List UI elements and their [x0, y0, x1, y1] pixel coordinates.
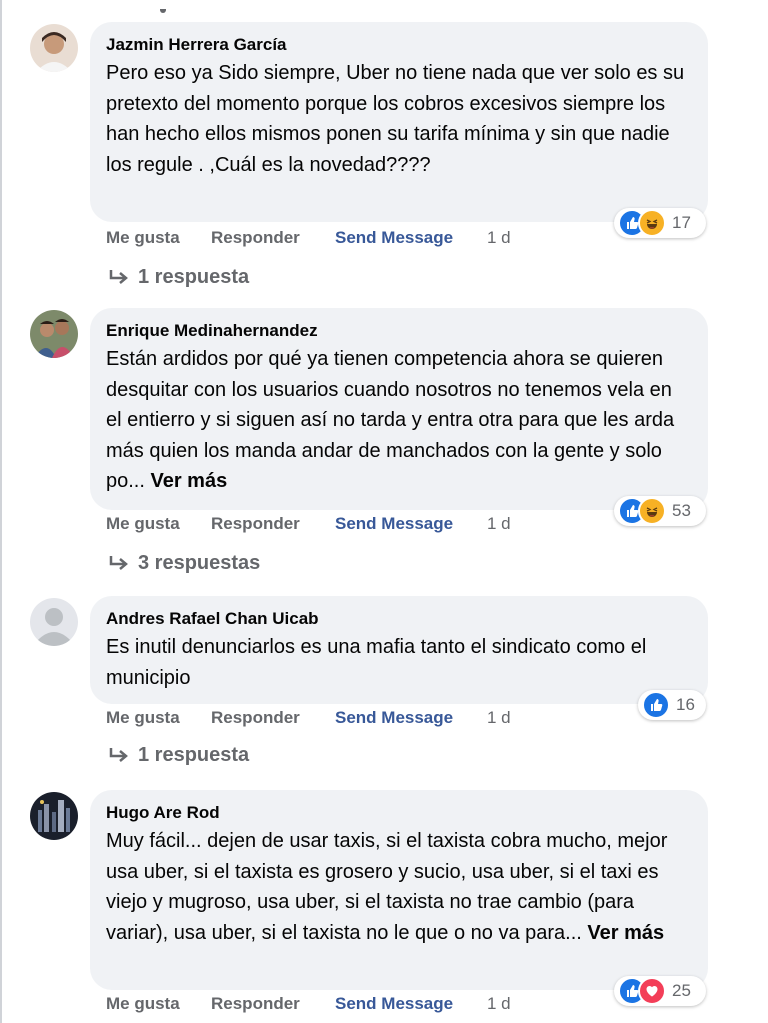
comment-actions: Me gusta Responder Send Message 1 d	[106, 514, 511, 534]
comment-timestamp[interactable]: 1 d	[487, 994, 511, 1014]
reaction-summary[interactable]: 53	[614, 496, 706, 526]
left-divider	[0, 0, 2, 1023]
view-replies-link[interactable]: 1 respuesta	[108, 266, 249, 289]
comment-text: Pero eso ya Sido siempre, Uber no tiene …	[106, 62, 690, 176]
comment-bubble: Hugo Are Rod Muy fácil... dejen de usar …	[90, 790, 708, 990]
send-message-button[interactable]: Send Message	[335, 994, 487, 1014]
reply-button[interactable]: Responder	[211, 994, 335, 1014]
comment-text: Es inutil denunciarlos es una mafia tant…	[106, 636, 652, 689]
replies-count-label[interactable]: 1 respuesta	[138, 266, 249, 289]
avatar[interactable]	[30, 24, 78, 72]
reaction-summary[interactable]: 17	[614, 208, 706, 238]
comment-bubble: Jazmin Herrera García Pero eso ya Sido s…	[90, 22, 708, 222]
like-button[interactable]: Me gusta	[106, 708, 211, 728]
avatar[interactable]	[30, 598, 78, 646]
comment-timestamp[interactable]: 1 d	[487, 708, 511, 728]
reaction-summary[interactable]: 16	[638, 690, 706, 720]
replies-count-label[interactable]: 1 respuesta	[138, 744, 249, 767]
like-button[interactable]: Me gusta	[106, 994, 211, 1014]
see-more-link[interactable]: Ver más	[587, 922, 664, 944]
reply-button[interactable]: Responder	[211, 514, 335, 534]
reaction-count: 16	[676, 695, 695, 714]
comment-actions: Me gusta Responder Send Message 1 d	[106, 994, 511, 1014]
comment-actions: Me gusta Responder Send Message 1 d	[106, 708, 511, 728]
view-replies-link[interactable]: 3 respuestas	[108, 552, 260, 575]
reply-arrow-icon	[109, 747, 128, 762]
haha-icon	[638, 497, 666, 525]
reply-button[interactable]: Responder	[211, 228, 335, 248]
like-icon	[642, 691, 670, 719]
comment-bubble: Andres Rafael Chan Uicab Es inutil denun…	[90, 596, 708, 704]
comment-bubble: Enrique Medinahernandez Están ardidos po…	[90, 308, 708, 510]
reaction-count: 53	[672, 501, 691, 520]
avatar[interactable]	[30, 310, 78, 358]
previous-comment-fragment	[160, 0, 220, 31]
comment-timestamp[interactable]: 1 d	[487, 228, 511, 248]
reply-button[interactable]: Responder	[211, 708, 335, 728]
like-button[interactable]: Me gusta	[106, 228, 211, 248]
comment-text: Muy fácil... dejen de usar taxis, si el …	[106, 830, 673, 944]
send-message-button[interactable]: Send Message	[335, 708, 487, 728]
comment-author[interactable]: Andres Rafael Chan Uicab	[106, 608, 690, 630]
comment-timestamp[interactable]: 1 d	[487, 514, 511, 534]
like-button[interactable]: Me gusta	[106, 514, 211, 534]
reply-arrow-icon	[109, 555, 128, 570]
view-replies-link[interactable]: 1 respuesta	[108, 744, 249, 767]
reaction-count: 17	[672, 213, 691, 232]
reply-arrow-icon	[109, 269, 128, 284]
send-message-button[interactable]: Send Message	[335, 514, 487, 534]
replies-count-label[interactable]: 3 respuestas	[138, 552, 260, 575]
reaction-count: 25	[672, 981, 691, 1000]
comment-text: Están ardidos por qué ya tienen competen…	[106, 348, 680, 492]
haha-icon	[638, 209, 666, 237]
comment-author[interactable]: Hugo Are Rod	[106, 802, 690, 824]
reaction-summary[interactable]: 25	[614, 976, 706, 1006]
comment-author[interactable]: Enrique Medinahernandez	[106, 320, 690, 342]
comment-actions: Me gusta Responder Send Message 1 d	[106, 228, 511, 248]
send-message-button[interactable]: Send Message	[335, 228, 487, 248]
avatar[interactable]	[30, 792, 78, 840]
see-more-link[interactable]: Ver más	[150, 470, 227, 492]
comment-author[interactable]: Jazmin Herrera García	[106, 34, 690, 56]
love-icon	[638, 977, 666, 1005]
